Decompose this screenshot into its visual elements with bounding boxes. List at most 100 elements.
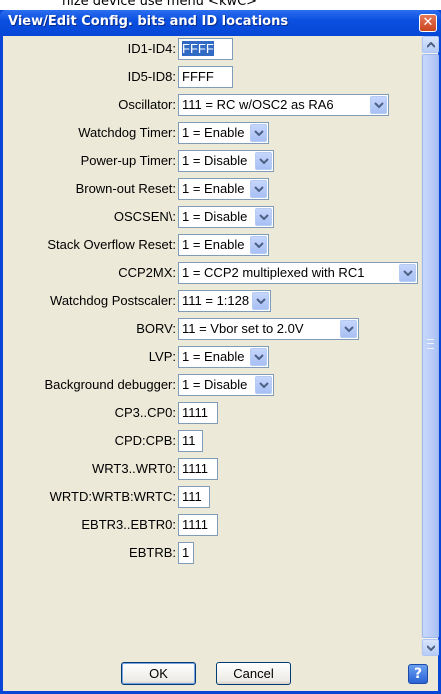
chevron-down-icon bbox=[259, 158, 269, 165]
background-text-fragment: nize device use menu <kwC> bbox=[0, 0, 441, 10]
field-value: FFFF bbox=[182, 69, 214, 84]
chevron-down-icon bbox=[254, 242, 264, 249]
dialog-client-area: ID1-ID4: FFFF ID5-ID8: FFFF Oscillator: 111 =… bbox=[3, 36, 439, 691]
select-value: 1 = Enable bbox=[182, 237, 245, 252]
chevron-down-icon bbox=[256, 298, 266, 305]
select-value: 111 = RC w/OSC2 as RA6 bbox=[182, 97, 334, 112]
scroll-down-button[interactable] bbox=[422, 639, 439, 656]
help-icon[interactable]: ? bbox=[408, 664, 428, 684]
dropdown-button[interactable] bbox=[399, 264, 416, 282]
select-value: 1 = Enable bbox=[182, 349, 245, 364]
config-row: EBTRB: 1 bbox=[3, 542, 421, 566]
config-row: Oscillator: 111 = RC w/OSC2 as RA6 bbox=[3, 94, 421, 118]
config-label: Watchdog Timer: bbox=[78, 125, 176, 140]
config-label: Power-up Timer: bbox=[80, 153, 176, 168]
dropdown-button[interactable] bbox=[340, 320, 357, 338]
config-label: Brown-out Reset: bbox=[75, 181, 176, 196]
config-row: WRTD:WRTB:WRTC: 111 bbox=[3, 486, 421, 510]
config-label: WRTD:WRTB:WRTC: bbox=[49, 489, 176, 504]
config-row: Power-up Timer: 1 = Disable bbox=[3, 150, 421, 174]
config-select[interactable]: 111 = RC w/OSC2 as RA6 bbox=[178, 94, 389, 116]
config-label: WRT3..WRT0: bbox=[91, 461, 176, 476]
config-row: CCP2MX: 1 = CCP2 multiplexed with RC1 bbox=[3, 262, 421, 286]
field-value: 111 bbox=[182, 489, 202, 504]
window-title: View/Edit Config. bits and ID locations bbox=[8, 14, 289, 29]
select-value: 1 = Disable bbox=[182, 153, 248, 168]
config-row: Watchdog Timer: 1 = Enable bbox=[3, 122, 421, 146]
config-label: CP3..CP0: bbox=[114, 405, 176, 420]
chevron-down-icon bbox=[427, 645, 435, 651]
select-value: 111 = 1:128 bbox=[182, 293, 250, 308]
config-label: ID5-ID8: bbox=[127, 69, 176, 84]
config-row: EBTR3..EBTR0: 1111 bbox=[3, 514, 421, 538]
dropdown-button[interactable] bbox=[250, 180, 267, 198]
scrollbar-grip bbox=[427, 339, 434, 349]
config-text-field[interactable]: 111 bbox=[178, 486, 210, 508]
config-select[interactable]: 111 = 1:128 bbox=[178, 290, 271, 312]
config-select[interactable]: 1 = Disable bbox=[178, 374, 274, 396]
config-select[interactable]: 1 = Enable bbox=[178, 122, 269, 144]
select-value: 11 = Vbor set to 2.0V bbox=[182, 321, 304, 336]
chevron-down-icon bbox=[344, 326, 354, 333]
select-value: 1 = Enable bbox=[182, 125, 245, 140]
dropdown-button[interactable] bbox=[370, 96, 387, 114]
config-label: LVP: bbox=[148, 349, 176, 364]
ok-button[interactable]: OK bbox=[121, 662, 196, 685]
config-row: Watchdog Postscaler: 111 = 1:128 bbox=[3, 290, 421, 314]
scrollbar-thumb[interactable] bbox=[422, 54, 439, 638]
chevron-down-icon bbox=[254, 130, 264, 137]
field-value: 1111 bbox=[182, 517, 209, 532]
config-text-field[interactable]: FFFF bbox=[178, 38, 233, 60]
dropdown-button[interactable] bbox=[250, 124, 267, 142]
config-row: Stack Overflow Reset: 1 = Enable bbox=[3, 234, 421, 258]
chevron-down-icon bbox=[259, 214, 269, 221]
config-label: EBTR3..EBTR0: bbox=[81, 517, 176, 532]
config-select[interactable]: 11 = Vbor set to 2.0V bbox=[178, 318, 359, 340]
config-text-field[interactable]: 1111 bbox=[178, 514, 218, 536]
title-bar[interactable]: View/Edit Config. bits and ID locations … bbox=[0, 10, 441, 36]
field-value: 1 bbox=[182, 545, 190, 560]
config-text-field[interactable]: 1111 bbox=[178, 458, 218, 480]
dropdown-button[interactable] bbox=[255, 208, 272, 226]
config-select[interactable]: 1 = Enable bbox=[178, 346, 269, 368]
select-value: 1 = CCP2 multiplexed with RC1 bbox=[182, 265, 365, 280]
field-value: 11 bbox=[182, 433, 196, 448]
config-label: CPD:CPB: bbox=[114, 433, 176, 448]
field-value: 1111 bbox=[182, 461, 209, 476]
chevron-down-icon bbox=[254, 186, 264, 193]
scroll-up-button[interactable] bbox=[422, 36, 439, 53]
config-row: ID5-ID8: FFFF bbox=[3, 66, 421, 90]
dropdown-button[interactable] bbox=[252, 292, 269, 310]
config-text-field[interactable]: 1111 bbox=[178, 402, 218, 424]
dropdown-button[interactable] bbox=[255, 152, 272, 170]
select-value: 1 = Disable bbox=[182, 209, 248, 224]
config-label: Background debugger: bbox=[44, 377, 176, 392]
dropdown-button[interactable] bbox=[250, 236, 267, 254]
config-select[interactable]: 1 = Disable bbox=[178, 206, 274, 228]
dropdown-button[interactable] bbox=[250, 348, 267, 366]
cancel-button[interactable]: Cancel bbox=[216, 662, 291, 685]
config-text-field[interactable]: FFFF bbox=[178, 66, 233, 88]
config-select[interactable]: 1 = Enable bbox=[178, 178, 269, 200]
close-icon[interactable]: ✕ bbox=[419, 14, 437, 32]
config-text-field[interactable]: 1 bbox=[178, 542, 194, 564]
chevron-down-icon bbox=[374, 102, 384, 109]
config-row: Background debugger: 1 = Disable bbox=[3, 374, 421, 398]
dropdown-button[interactable] bbox=[255, 376, 272, 394]
config-label: CCP2MX: bbox=[118, 265, 176, 280]
config-list: ID1-ID4: FFFF ID5-ID8: FFFF Oscillator: 111 =… bbox=[3, 36, 438, 656]
config-label: Stack Overflow Reset: bbox=[47, 237, 176, 252]
config-text-field[interactable]: 11 bbox=[178, 430, 203, 452]
select-value: 1 = Disable bbox=[182, 377, 248, 392]
chevron-down-icon bbox=[259, 382, 269, 389]
config-select[interactable]: 1 = Disable bbox=[178, 150, 274, 172]
config-label: Oscillator: bbox=[118, 97, 176, 112]
config-select[interactable]: 1 = Enable bbox=[178, 234, 269, 256]
config-label: EBTRB: bbox=[129, 545, 176, 560]
config-label: ID1-ID4: bbox=[127, 41, 176, 56]
button-bar: OK Cancel ? bbox=[3, 656, 438, 691]
config-row: CPD:CPB: 11 bbox=[3, 430, 421, 454]
vertical-scrollbar[interactable] bbox=[421, 36, 439, 656]
config-select[interactable]: 1 = CCP2 multiplexed with RC1 bbox=[178, 262, 418, 284]
config-row: BORV: 11 = Vbor set to 2.0V bbox=[3, 318, 421, 342]
